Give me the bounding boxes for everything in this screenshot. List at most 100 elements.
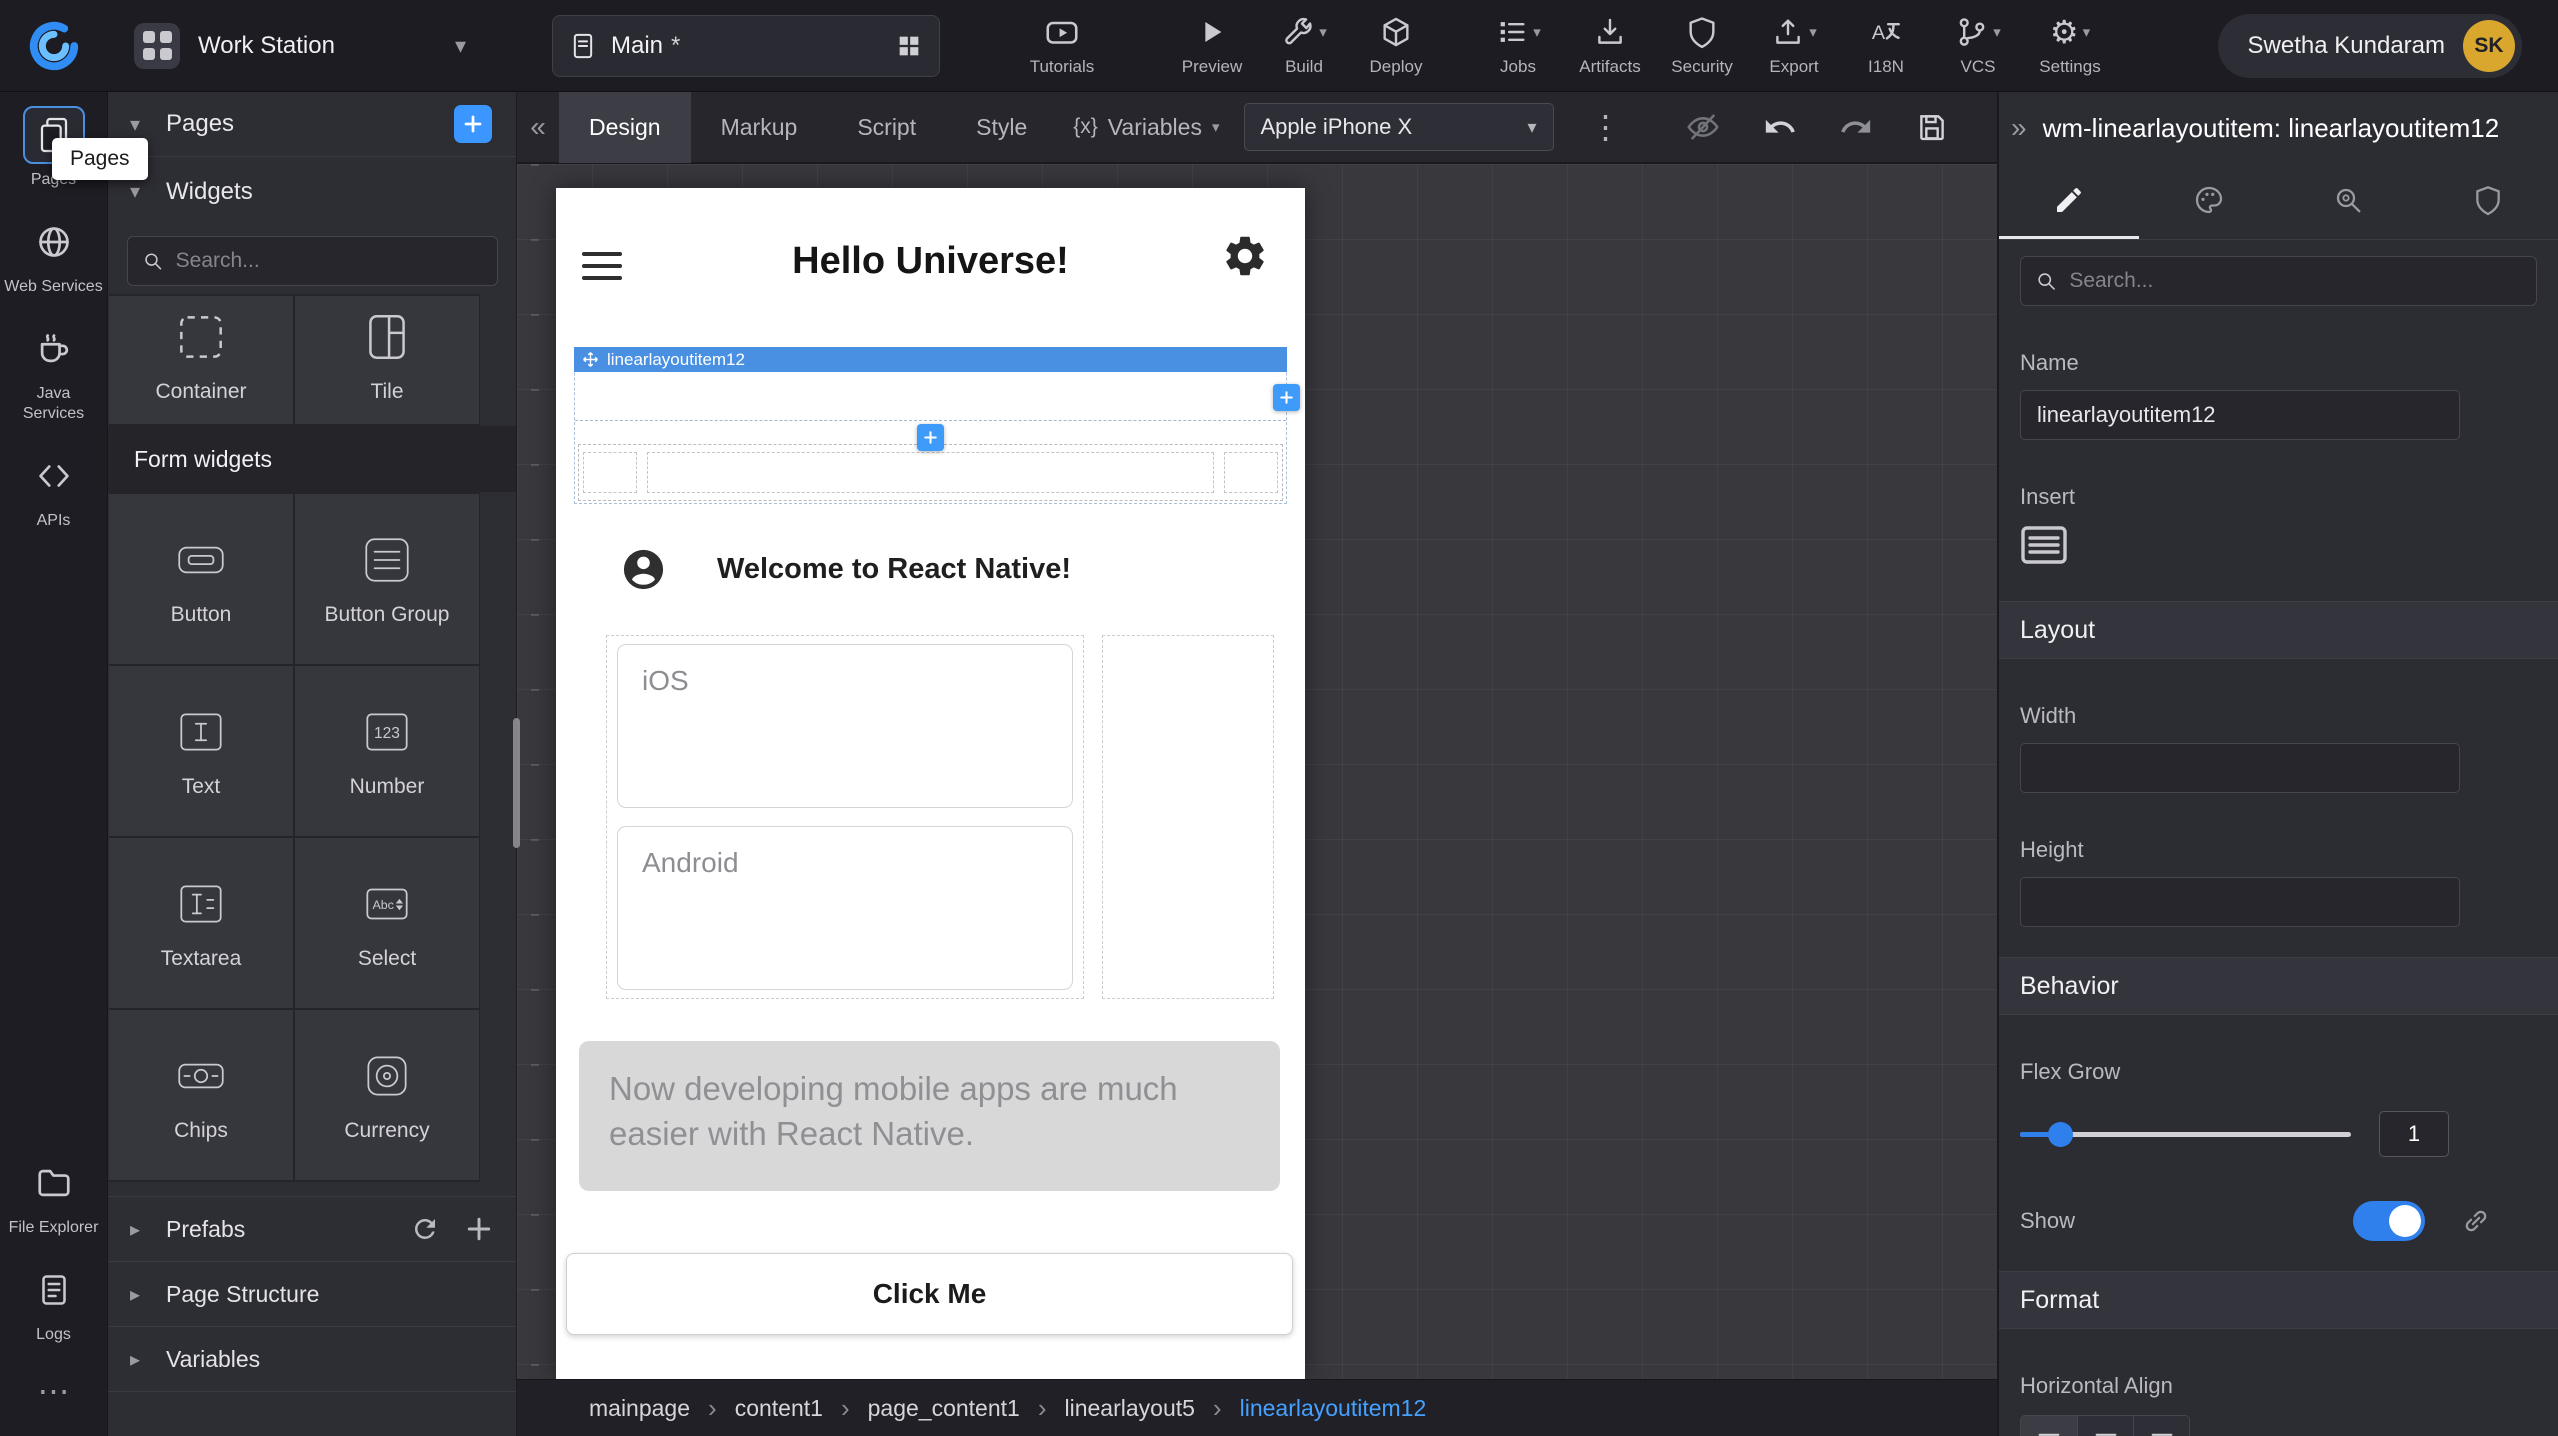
list-item-android[interactable]: Android: [617, 826, 1073, 990]
add-widget-right-button[interactable]: [1273, 384, 1300, 411]
vcs-button[interactable]: ▾ VCS: [1932, 14, 2024, 77]
page-tab-main[interactable]: Main *: [552, 15, 940, 77]
align-left-button[interactable]: [2021, 1416, 2077, 1436]
variables-menu[interactable]: {x} Variables ▾: [1073, 114, 1219, 141]
breadcrumb-item-content1[interactable]: content1: [735, 1395, 823, 1422]
tab-properties[interactable]: [1999, 164, 2139, 239]
tab-style[interactable]: Style: [946, 91, 1057, 163]
rail-item-file-explorer[interactable]: File Explorer: [0, 1144, 107, 1251]
align-center-button[interactable]: [2077, 1416, 2133, 1436]
collapse-panel-button[interactable]: «: [517, 111, 559, 143]
widget-tile-container[interactable]: Container: [109, 296, 293, 424]
artifacts-button[interactable]: Artifacts: [1564, 14, 1656, 77]
align-right-button[interactable]: [2133, 1416, 2189, 1436]
slider-thumb[interactable]: [2048, 1122, 2073, 1147]
redo-button[interactable]: [1839, 110, 1873, 144]
widget-tile-button[interactable]: Button: [109, 494, 293, 664]
panel-scrollbar[interactable]: [513, 718, 520, 848]
show-toggle[interactable]: [2353, 1201, 2425, 1241]
tab-script[interactable]: Script: [827, 91, 946, 163]
breadcrumb-item-mainpage[interactable]: mainpage: [589, 1395, 690, 1422]
deploy-button[interactable]: Deploy: [1350, 14, 1442, 77]
widget-search-box[interactable]: [127, 236, 498, 286]
jobs-button[interactable]: ▾ Jobs: [1472, 14, 1564, 77]
phone-settings-gear-icon[interactable]: [1221, 232, 1269, 280]
add-widget-center-button[interactable]: [917, 424, 944, 451]
expand-panel-button[interactable]: »: [2011, 112, 2027, 144]
widget-tile-number[interactable]: 123 Number: [295, 666, 479, 836]
page-structure-section-header[interactable]: ▸ Page Structure: [108, 1262, 516, 1327]
bind-property-icon[interactable]: [2461, 1206, 2491, 1236]
i18n-button[interactable]: A I18N: [1840, 14, 1932, 77]
layout-cell[interactable]: [1224, 452, 1278, 493]
tutorials-button[interactable]: Tutorials: [1016, 14, 1108, 77]
variables-section-header[interactable]: ▸ Variables: [108, 1327, 516, 1392]
build-button[interactable]: ▾ Build: [1258, 14, 1350, 77]
widget-tile-text[interactable]: Text: [109, 666, 293, 836]
project-switcher[interactable]: Work Station ▾: [134, 23, 466, 69]
project-name: Work Station: [198, 32, 335, 60]
height-field[interactable]: [2020, 877, 2460, 927]
widgets-section-header[interactable]: ▾ Widgets: [108, 156, 516, 226]
widget-tile-select[interactable]: Abc Select: [295, 838, 479, 1008]
widget-tile-currency[interactable]: Currency: [295, 1010, 479, 1180]
linearlayout-row[interactable]: [578, 444, 1283, 501]
tab-design[interactable]: Design: [559, 91, 691, 163]
design-canvas[interactable]: Hello Universe! linearlayoutitem12: [517, 164, 1997, 1379]
preview-button[interactable]: Preview: [1166, 14, 1258, 77]
flex-grow-control: 1: [2020, 1111, 2537, 1157]
chevron-down-icon[interactable]: ▾: [455, 33, 466, 59]
width-field[interactable]: [2020, 743, 2460, 793]
name-field[interactable]: [2020, 390, 2460, 440]
add-prefab-icon[interactable]: [466, 1216, 492, 1242]
pages-section-header[interactable]: ▾ Pages: [108, 92, 516, 156]
breadcrumb-item-page-content1[interactable]: page_content1: [868, 1395, 1020, 1422]
widget-tile-button-group[interactable]: Button Group: [295, 494, 479, 664]
device-select[interactable]: Apple iPhone X ▾: [1244, 103, 1554, 151]
security-button[interactable]: Security: [1656, 14, 1748, 77]
undo-button[interactable]: [1763, 110, 1797, 144]
widget-tile-tile[interactable]: Tile: [295, 296, 479, 424]
add-page-button[interactable]: [454, 105, 492, 143]
property-search-box[interactable]: [2020, 256, 2537, 306]
insert-widget-button[interactable]: [2020, 524, 2068, 566]
rail-item-logs[interactable]: Logs: [0, 1251, 107, 1358]
property-search-input[interactable]: [2069, 269, 2522, 293]
tab-inspect[interactable]: [2279, 164, 2419, 239]
refresh-icon[interactable]: [410, 1214, 440, 1244]
tab-styles[interactable]: [2139, 164, 2279, 239]
widget-tile-chips[interactable]: Chips: [109, 1010, 293, 1180]
selected-widget-wrapper[interactable]: linearlayoutitem12: [574, 348, 1287, 504]
prefabs-section-header[interactable]: ▸ Prefabs: [108, 1197, 516, 1262]
tab-markup[interactable]: Markup: [691, 91, 828, 163]
toggle-visibility-button[interactable]: [1685, 109, 1721, 145]
list-item-ios[interactable]: iOS: [617, 644, 1073, 808]
note-box[interactable]: Now developing mobile apps are much easi…: [579, 1041, 1280, 1191]
tab-security[interactable]: [2418, 164, 2558, 239]
widget-search-input[interactable]: [176, 249, 483, 273]
list-container[interactable]: iOS Android: [606, 635, 1084, 999]
settings-button[interactable]: ⚙ ▾ Settings: [2024, 14, 2116, 77]
rail-item-web-services[interactable]: Web Services: [0, 203, 107, 310]
click-me-button[interactable]: Click Me: [566, 1253, 1293, 1335]
more-options-button[interactable]: ⋮: [1590, 108, 1622, 146]
rail-item-apis[interactable]: APIs: [0, 437, 107, 544]
rail-more-button[interactable]: ⋯: [0, 1358, 107, 1436]
user-menu[interactable]: Swetha Kundaram SK: [2218, 14, 2522, 78]
welcome-row[interactable]: Welcome to React Native!: [556, 539, 1305, 599]
pages-grid-icon[interactable]: [895, 32, 923, 60]
widget-tile-textarea[interactable]: Textarea: [109, 838, 293, 1008]
phone-artboard[interactable]: Hello Universe! linearlayoutitem12: [556, 188, 1305, 1379]
layout-cell[interactable]: [583, 452, 637, 493]
app-logo[interactable]: [0, 18, 108, 74]
selected-layout-item[interactable]: [575, 372, 1286, 421]
layout-cell[interactable]: [647, 452, 1214, 493]
empty-layout-column[interactable]: [1102, 635, 1274, 999]
breadcrumb-item-linearlayout5[interactable]: linearlayout5: [1065, 1395, 1195, 1422]
save-button[interactable]: [1915, 110, 1949, 144]
export-button[interactable]: ▾ Export: [1748, 14, 1840, 77]
breadcrumb-item-linearlayoutitem12[interactable]: linearlayoutitem12: [1240, 1395, 1427, 1422]
flex-grow-slider[interactable]: [2020, 1132, 2351, 1137]
rail-item-java-services[interactable]: Java Services: [0, 310, 107, 436]
selection-label-bar[interactable]: linearlayoutitem12: [574, 347, 1287, 372]
